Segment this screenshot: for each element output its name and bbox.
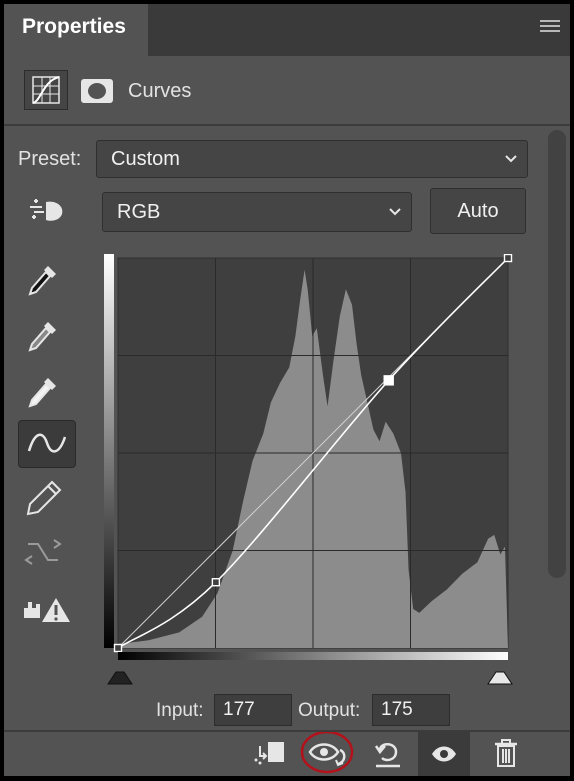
clip-to-layer-icon[interactable]: [250, 732, 290, 776]
curves-graph[interactable]: [104, 253, 516, 695]
tab-properties[interactable]: Properties: [4, 4, 148, 56]
properties-panel: Properties Curves Preset: Custom RGB Aut…: [4, 4, 570, 776]
black-point-slider[interactable]: [107, 671, 133, 685]
curve-point-selected[interactable]: [383, 375, 394, 386]
channel-dropdown[interactable]: RGB: [102, 192, 412, 232]
input-field[interactable]: 177: [214, 694, 292, 726]
pencil-draw-icon[interactable]: [20, 476, 66, 520]
toggle-visibility-icon[interactable]: [418, 732, 470, 776]
adjustment-title: Curves: [128, 80, 192, 102]
channel-value: RGB: [117, 201, 161, 223]
input-gradient-bar: [118, 652, 508, 660]
reset-icon[interactable]: [368, 732, 408, 776]
trash-icon[interactable]: [486, 732, 526, 776]
preset-dropdown[interactable]: Custom: [96, 140, 528, 178]
bottom-toolbar: [4, 730, 570, 776]
layer-mask-icon[interactable]: [80, 78, 114, 104]
output-gradient-bar: [104, 254, 114, 648]
on-image-adjustment-icon[interactable]: [22, 190, 68, 234]
panel-menu-icon[interactable]: [540, 20, 560, 34]
clipping-warning-icon[interactable]: [20, 588, 72, 632]
curve-point[interactable]: [211, 578, 221, 587]
output-label: Output:: [298, 700, 361, 721]
scrollbar[interactable]: [548, 130, 566, 578]
black-point-eyedropper-icon[interactable]: [20, 258, 66, 302]
divider: [4, 124, 570, 126]
tab-bar: Properties: [4, 4, 570, 56]
curves-graph-svg[interactable]: [104, 253, 516, 690]
curve-point[interactable]: [503, 253, 513, 263]
preset-label: Preset:: [18, 148, 82, 170]
gray-point-eyedropper-icon[interactable]: [20, 314, 66, 358]
preset-value: Custom: [111, 148, 180, 170]
curves-adjustment-icon[interactable]: [24, 70, 68, 110]
adjustment-header: Curves: [4, 56, 570, 124]
output-field[interactable]: 175: [372, 694, 450, 726]
white-point-slider[interactable]: [487, 671, 513, 685]
curve-point[interactable]: [113, 643, 123, 653]
input-label: Input:: [156, 700, 204, 721]
edit-points-curve-icon[interactable]: [18, 420, 76, 468]
smooth-curve-icon[interactable]: [20, 530, 66, 574]
view-previous-state-icon[interactable]: [300, 730, 356, 776]
chevron-down-icon: [389, 208, 401, 216]
auto-button[interactable]: Auto: [430, 188, 526, 234]
white-point-eyedropper-icon[interactable]: [20, 370, 66, 414]
chevron-down-icon: [505, 155, 517, 163]
